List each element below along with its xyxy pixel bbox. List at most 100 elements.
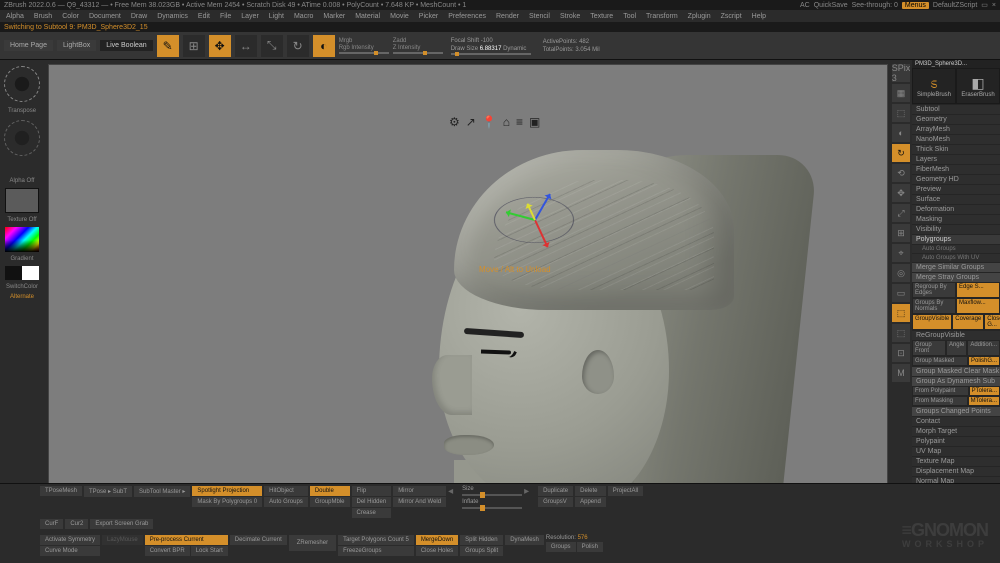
close-holes[interactable]: Close Holes: [416, 546, 458, 556]
rotate-icon[interactable]: ↻: [287, 35, 309, 57]
inflate-slider[interactable]: [462, 507, 522, 509]
auto-groups-uv[interactable]: Auto Groups With UV: [912, 253, 1000, 262]
groups[interactable]: Groups: [546, 542, 576, 552]
polygroups-section[interactable]: Polygroups: [912, 234, 1000, 244]
regroup-by-edges[interactable]: Regroup By Edges: [912, 282, 956, 298]
stroke-radial-icon[interactable]: [2, 118, 42, 158]
group-front[interactable]: Group Front: [912, 340, 946, 356]
merge-similar-groups[interactable]: Merge Similar Groups: [912, 262, 1000, 272]
brush-radial-icon[interactable]: [2, 64, 42, 104]
zadd-slider[interactable]: Zadd Z Intensity: [393, 38, 443, 54]
flip[interactable]: Flip: [352, 486, 392, 496]
viewtool-4[interactable]: ↻: [892, 144, 910, 162]
viewtool-2[interactable]: ⬚: [892, 104, 910, 122]
curve-mode[interactable]: Curve Mode: [40, 546, 100, 556]
dynamesh[interactable]: DynaMesh: [505, 535, 544, 545]
section-fibermesh[interactable]: FiberMesh: [912, 164, 1000, 174]
menu-layer[interactable]: Layer: [241, 13, 259, 20]
texture-swatch[interactable]: [5, 188, 39, 213]
section-layers[interactable]: Layers: [912, 154, 1000, 164]
section-masking[interactable]: Masking: [912, 214, 1000, 224]
menu-dynamics[interactable]: Dynamics: [157, 13, 188, 20]
lazy-mouse[interactable]: LazyMouse: [102, 535, 143, 545]
menu-alpha[interactable]: Alpha: [6, 13, 24, 20]
menu-zscript[interactable]: Zscript: [721, 13, 742, 20]
canvas-3d[interactable]: ⚙↗📍⌂≡▣ Move / Alt to Unload: [48, 64, 888, 496]
tpose-subt[interactable]: TPose ▸ SubT: [84, 486, 132, 497]
from-polypaint[interactable]: From Polypaint: [912, 386, 969, 396]
texture-off-label[interactable]: Texture Off: [7, 217, 36, 223]
section-texture-map[interactable]: Texture Map: [912, 456, 1000, 466]
menu-zplugin[interactable]: Zplugin: [688, 13, 711, 20]
menu-light[interactable]: Light: [269, 13, 284, 20]
draw-mode-icon[interactable]: ⊞: [183, 35, 205, 57]
section-subtool[interactable]: Subtool: [912, 104, 1000, 114]
spotlight-projection[interactable]: Spotlight Projection: [192, 486, 262, 496]
transpose-label[interactable]: Transpose: [8, 108, 36, 114]
color-swatch-row[interactable]: [5, 266, 39, 280]
section-geometry[interactable]: Geometry: [912, 114, 1000, 124]
edit-mode-icon[interactable]: ✎: [157, 35, 179, 57]
coverage[interactable]: Coverage: [952, 314, 984, 330]
gizmo-toolbar-icon-2[interactable]: 📍: [482, 115, 497, 129]
menu-stencil[interactable]: Stencil: [529, 13, 550, 20]
addition[interactable]: Addition...: [967, 340, 1000, 356]
tab-home[interactable]: Home Page: [4, 40, 53, 51]
gizmo-toolbar-icon-4[interactable]: ≡: [516, 115, 523, 129]
close-g[interactable]: Close G...: [984, 314, 1000, 330]
lock-start[interactable]: Lock Start: [191, 546, 228, 556]
merge-stray-groups[interactable]: Merge Stray Groups: [912, 272, 1000, 282]
auto-groups[interactable]: Auto Groups: [912, 244, 1000, 253]
alternate-label[interactable]: Alternate: [10, 294, 34, 300]
menu-texture[interactable]: Texture: [590, 13, 613, 20]
viewtool-3[interactable]: ◐: [892, 124, 910, 142]
edge-s[interactable]: Edge S...: [956, 282, 1000, 298]
size-slider[interactable]: [462, 494, 522, 496]
viewtool-11[interactable]: ▭: [892, 284, 910, 302]
menu-edit[interactable]: Edit: [198, 13, 210, 20]
section-deformation[interactable]: Deformation: [912, 204, 1000, 214]
tab-lightbox[interactable]: LightBox: [57, 40, 96, 51]
menu-material[interactable]: Material: [355, 13, 380, 20]
menu-transform[interactable]: Transform: [646, 13, 678, 20]
focal-shift[interactable]: Focal Shift -100 Draw Size 6.88317 Dynam…: [447, 37, 535, 55]
menu-file[interactable]: File: [220, 13, 231, 20]
viewtool-1[interactable]: ▦: [892, 84, 910, 102]
default-zscript[interactable]: DefaultZScript: [933, 2, 977, 9]
menu-movie[interactable]: Movie: [390, 13, 409, 20]
freeze-groups[interactable]: FreezeGroups: [338, 546, 414, 556]
section-thick-skin[interactable]: Thick Skin: [912, 144, 1000, 154]
mirror[interactable]: Mirror: [393, 486, 446, 496]
viewtool-10[interactable]: ◎: [892, 264, 910, 282]
menu-preferences[interactable]: Preferences: [448, 13, 486, 20]
groupsv[interactable]: GroupsV: [538, 497, 573, 507]
section-geometry-hd[interactable]: Geometry HD: [912, 174, 1000, 184]
gizmo-toolbar-icon-1[interactable]: ↗: [466, 115, 476, 129]
section-displacement-map[interactable]: Displacement Map: [912, 466, 1000, 476]
menu-draw[interactable]: Draw: [131, 13, 147, 20]
polish[interactable]: Polish: [577, 542, 603, 552]
viewtool-12[interactable]: ⬚: [892, 304, 910, 322]
convert-bpr[interactable]: Convert BPR: [145, 546, 190, 556]
export-screen-grab[interactable]: Export Screen Grab: [90, 519, 153, 529]
groups-by-normals[interactable]: Groups By Normals: [912, 298, 956, 314]
transform-gizmo[interactable]: [489, 175, 579, 265]
scale-icon[interactable]: ⤡: [261, 35, 283, 57]
color-picker[interactable]: [5, 227, 39, 252]
section-contact[interactable]: Contact: [912, 416, 1000, 426]
tool-name-label[interactable]: PM3D_Sphere3D...: [912, 60, 1000, 68]
viewtool-14[interactable]: ⊡: [892, 344, 910, 362]
viewtool-8[interactable]: ⊞: [892, 224, 910, 242]
menu-marker[interactable]: Marker: [323, 13, 345, 20]
section-surface[interactable]: Surface: [912, 194, 1000, 204]
crease[interactable]: Crease: [352, 508, 392, 518]
menu-tool[interactable]: Tool: [623, 13, 636, 20]
viewtool-5[interactable]: ⟲: [892, 164, 910, 182]
polishg[interactable]: PolishG...: [968, 356, 1000, 366]
window-min-icon[interactable]: ▭: [981, 1, 988, 9]
split-hidden[interactable]: Split Hidden: [460, 535, 503, 545]
group-visible[interactable]: GroupVisible: [912, 314, 952, 330]
auto-groups-b[interactable]: Auto Groups: [264, 497, 308, 507]
double[interactable]: Double: [310, 486, 350, 496]
alpha-off-label[interactable]: Alpha Off: [10, 178, 35, 184]
